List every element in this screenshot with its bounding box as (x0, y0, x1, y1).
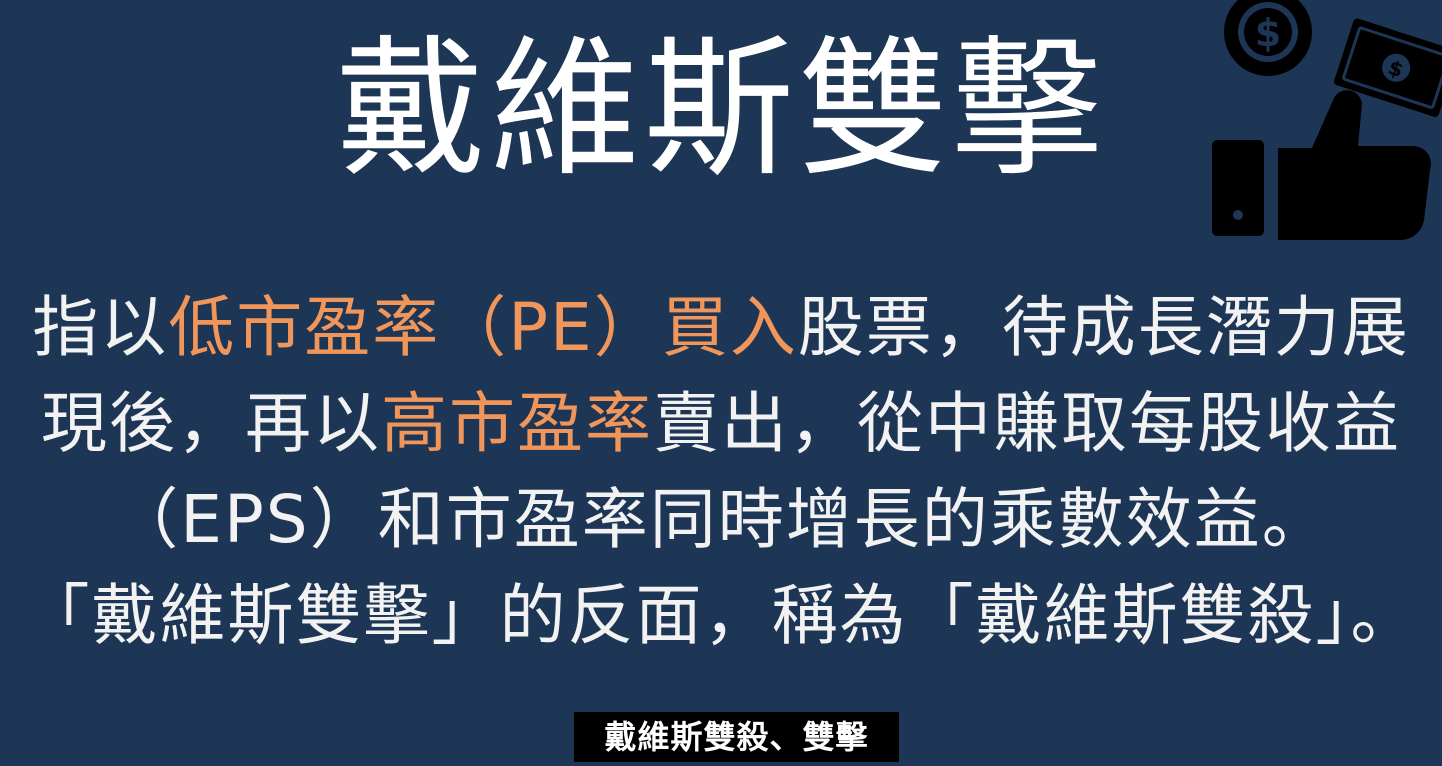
body-text-segment: 指以 (32, 289, 169, 366)
body-line-2: 現後，再以高市盈率賣出，從中賺取每股收益 (14, 376, 1428, 472)
money-thumbs-up-icon: $ $ (1212, 0, 1442, 250)
body-text: 指以低市盈率（PE）買入股票，待成長潛力展 現後，再以高市盈率賣出，從中賺取每股… (14, 280, 1428, 664)
svg-text:$: $ (1255, 11, 1281, 55)
slide: 戴維斯雙擊 $ $ 指以低市盈率（PE）買入股票，待成長潛力展 現後，再以高市盈… (0, 0, 1442, 766)
body-line-1: 指以低市盈率（PE）買入股票，待成長潛力展 (14, 280, 1428, 376)
body-line-4: 「戴維斯雙擊」的反面，稱為「戴維斯雙殺」。 (23, 577, 1419, 654)
video-subtitle: 戴維斯雙殺、雙擊 (574, 712, 899, 762)
body-text-segment: 賣出，從中賺取每股收益 (653, 385, 1401, 462)
body-text-segment: 現後，再以 (41, 385, 381, 462)
body-highlight-low-pe: 低市盈率（PE）買入 (168, 289, 798, 366)
body-text-segment: 股票，待成長潛力展 (797, 289, 1410, 366)
body-highlight-high-pe: 高市盈率 (381, 385, 653, 462)
body-line-3: （EPS）和市盈率同時增長的乘數效益。 (112, 481, 1330, 558)
